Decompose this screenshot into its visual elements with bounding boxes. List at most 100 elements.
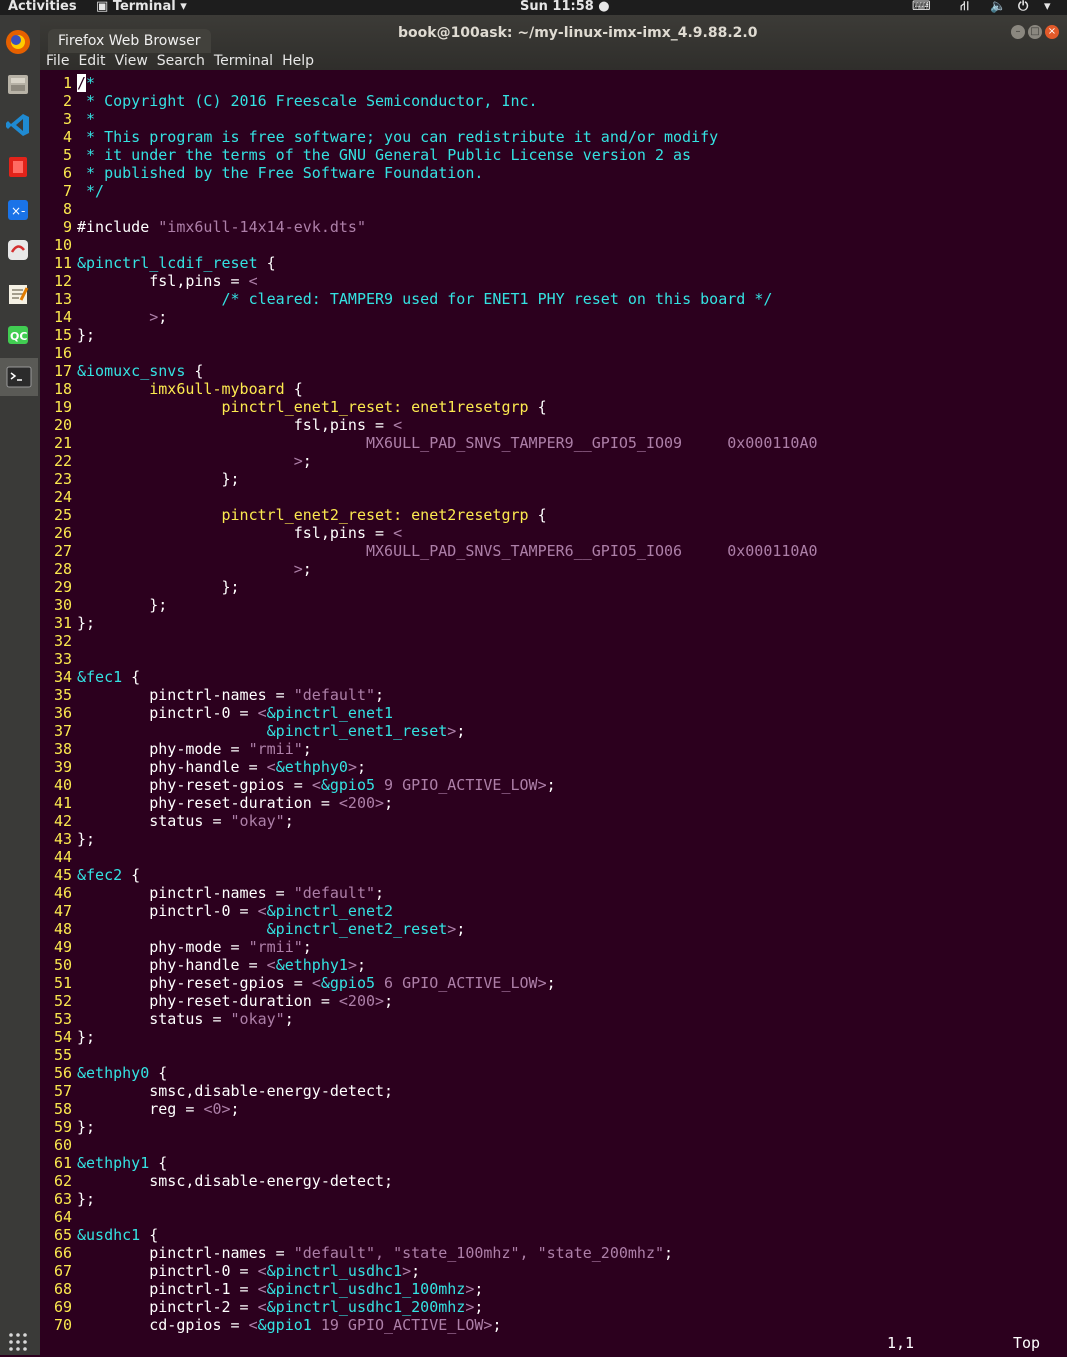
activities-button[interactable]: Activities (8, 0, 77, 15)
line-text: reg = <0>; (77, 1100, 240, 1118)
terminal-dock-icon[interactable] (0, 358, 38, 396)
menu-file[interactable]: File (46, 53, 69, 69)
line-number: 14 (53, 308, 72, 326)
line-number: 12 (53, 272, 72, 290)
line-number: 2 (62, 92, 72, 110)
line-text: pinctrl_enet1_reset: enet1resetgrp { (221, 398, 547, 416)
power-icon[interactable]: ⏻ (1018, 0, 1028, 15)
line-number: 26 (53, 524, 72, 542)
code-line: 62 smsc,disable-energy-detect; (40, 1172, 393, 1190)
menu-help[interactable]: Help (282, 53, 314, 69)
line-text: * Copyright (C) 2016 Freescale Semicondu… (77, 92, 538, 110)
code-line: 53 status = "okay"; (40, 1010, 294, 1028)
text-editor-icon[interactable] (3, 279, 33, 309)
network-icon[interactable]: ⛙ (960, 0, 969, 15)
files-icon[interactable] (3, 69, 33, 99)
volume-icon[interactable]: 🔈 (990, 0, 1006, 15)
line-number: 45 (53, 866, 72, 884)
line-number: 43 (53, 830, 72, 848)
close-button[interactable]: × (1045, 25, 1059, 39)
code-line: 35 pinctrl-names = "default"; (40, 686, 384, 704)
terminal-area[interactable]: 1/* 2 * Copyright (C) 2016 Freescale Semi… (40, 70, 1067, 1355)
code-line: 51 phy-reset-gpios = <&gpio5 6 GPIO_ACTI… (40, 974, 556, 992)
code-line: 16 (40, 344, 72, 362)
line-text: }; (77, 326, 96, 344)
code-line: 31}; (40, 614, 95, 632)
system-menu-arrow[interactable]: ▾ (1044, 0, 1051, 15)
line-text: }; (77, 596, 168, 614)
line-text: &ethphy1 { (77, 1154, 168, 1172)
code-line: 17 &iomuxc_snvs { (40, 362, 204, 380)
code-line: 2 * Copyright (C) 2016 Freescale Semicon… (40, 92, 538, 110)
code-line: 52 phy-reset-duration = <200>; (40, 992, 393, 1010)
code-line: 44 (40, 848, 72, 866)
code-line: 5 * it under the terms of the GNU Genera… (40, 146, 691, 164)
line-text: imx6ull-myboard { (149, 380, 303, 398)
line-text: }; (77, 1190, 96, 1208)
blue-app-icon[interactable]: ×- (3, 195, 33, 225)
line-number: 44 (53, 848, 72, 866)
line-number: 67 (53, 1262, 72, 1280)
code-line: 41 phy-reset-duration = <200>; (40, 794, 393, 812)
code-line: 66 pinctrl-names = "default", "state_100… (40, 1244, 673, 1262)
wps-icon[interactable] (3, 235, 33, 265)
code-line: 59}; (40, 1118, 95, 1136)
red-app-icon[interactable] (3, 152, 33, 182)
vim-status-line: 1,1 Top (40, 1333, 1067, 1353)
menu-search[interactable]: Search (157, 53, 205, 69)
line-number: 37 (53, 722, 72, 740)
line-number: 38 (53, 740, 72, 758)
line-text: pinctrl-names = "default"; (77, 884, 385, 902)
line-text: pinctrl-0 = <&pinctrl_usdhc1>; (77, 1262, 421, 1280)
code-line: 18 imx6ull-myboard { (40, 380, 303, 398)
line-number: 63 (53, 1190, 72, 1208)
line-number: 5 (62, 146, 72, 164)
line-number: 27 (53, 542, 72, 560)
menu-terminal[interactable]: Terminal (214, 53, 273, 69)
line-text: phy-reset-gpios = <&gpio5 9 GPIO_ACTIVE_… (77, 776, 556, 794)
line-number: 25 (53, 506, 72, 524)
line-number: 57 (53, 1082, 72, 1100)
line-number: 17 (53, 362, 72, 380)
maximize-button[interactable]: □ (1028, 25, 1042, 39)
window-title: book@100ask: ~/my-linux-imx-imx_4.9.88.2… (398, 25, 758, 41)
line-text: }; (77, 578, 240, 596)
line-text: MX6ULL_PAD_SNVS_TAMPER6__GPIO5_IO06 0x00… (365, 542, 818, 560)
line-number: 21 (53, 434, 72, 452)
line-number: 6 (62, 164, 72, 182)
code-line: 23 }; (40, 470, 240, 488)
line-number: 9 (62, 218, 72, 236)
code-line: 9 #include "imx6ull-14x14-evk.dts" (40, 218, 366, 236)
keyboard-icon[interactable]: ⌨ (912, 0, 931, 15)
clock[interactable]: Sun 11:58 ● (520, 0, 610, 15)
line-number: 66 (53, 1244, 72, 1262)
code-line: 45 &fec2 { (40, 866, 140, 884)
line-text: status = "okay"; (77, 1010, 294, 1028)
minimize-button[interactable]: – (1011, 25, 1025, 39)
code-line: 14 >; (40, 308, 167, 326)
firefox-tooltip: Firefox Web Browser (48, 29, 211, 53)
terminal-app-menu[interactable]: ▣ Terminal ▾ (96, 0, 187, 15)
firefox-icon[interactable] (3, 27, 33, 57)
code-line: 4 * This program is free software; you c… (40, 128, 718, 146)
line-number: 33 (53, 650, 72, 668)
line-text: cd-gpios = <&gpio1 19 GPIO_ACTIVE_LOW>; (77, 1316, 502, 1334)
line-number: 51 (53, 974, 72, 992)
line-text: >; (149, 308, 168, 326)
line-text: fsl,pins = < (77, 524, 403, 542)
code-line: 27 MX6ULL_PAD_SNVS_TAMPER6__GPIO5_IO06 0… (40, 542, 818, 560)
line-text: phy-handle = <&ethphy1>; (77, 956, 366, 974)
line-number: 22 (53, 452, 72, 470)
qc-icon[interactable]: QC (3, 320, 33, 350)
line-number: 3 (62, 110, 72, 128)
menu-view[interactable]: View (115, 53, 148, 69)
code-line: 65 &usdhc1 { (40, 1226, 158, 1244)
window-titlebar: Firefox Web Browser book@100ask: ~/my-li… (40, 15, 1067, 70)
line-text: * (77, 110, 96, 128)
show-applications-icon[interactable] (3, 1327, 33, 1357)
line-text: &iomuxc_snvs { (77, 362, 204, 380)
vscode-icon[interactable] (3, 110, 33, 140)
line-number: 46 (53, 884, 72, 902)
line-text: pinctrl-2 = <&pinctrl_usdhc1_200mhz>; (77, 1298, 484, 1316)
menu-edit[interactable]: Edit (78, 53, 105, 69)
